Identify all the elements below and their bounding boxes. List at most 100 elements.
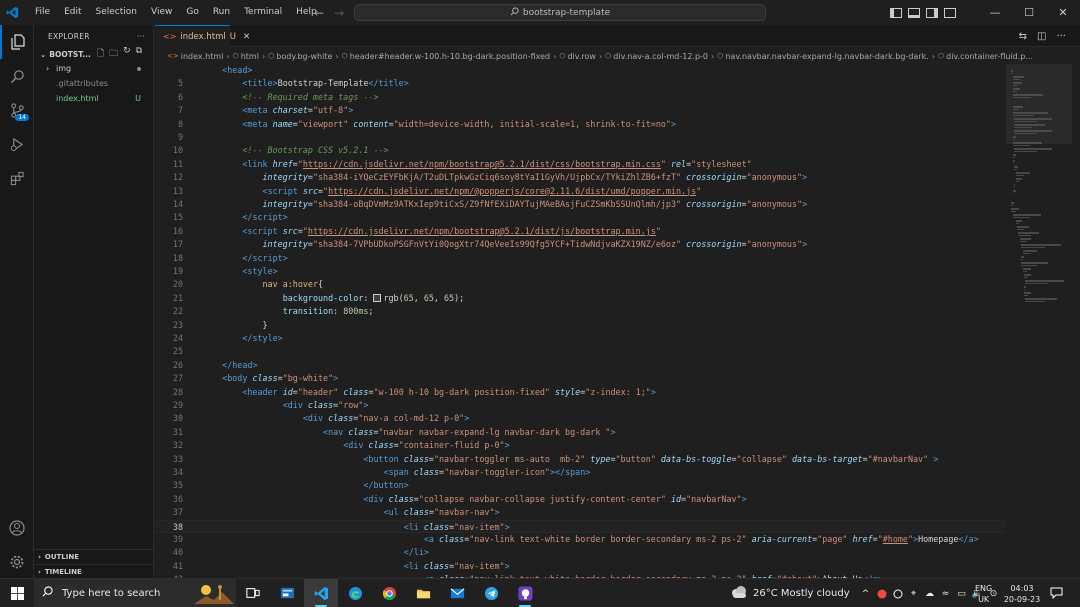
code-line[interactable]: 15 </script>: [155, 211, 1005, 224]
extensions-icon[interactable]: [0, 161, 34, 195]
code-line[interactable]: 19 <style>: [155, 265, 1005, 278]
code-line[interactable]: 8 <meta name="viewport" content="width=d…: [155, 118, 1005, 131]
menu-item-terminal[interactable]: Terminal: [237, 0, 289, 25]
tab-index-html[interactable]: <> index.html U ✕: [155, 25, 250, 47]
menu-item-edit[interactable]: Edit: [57, 0, 88, 25]
forward-arrow-icon[interactable]: →: [334, 6, 344, 20]
code-editor[interactable]: <head> 5 <title>Bootstrap-Template</title…: [155, 64, 1005, 578]
code-line[interactable]: 38 <li class="nav-item">: [155, 519, 1005, 533]
code-line[interactable]: 16 <script src="https://cdn.jsdelivr.net…: [155, 225, 1005, 238]
code-line[interactable]: 20 nav a:hover{: [155, 278, 1005, 291]
new-folder-icon[interactable]: 🗀: [109, 46, 118, 62]
code-line[interactable]: 31 <nav class="navbar navbar-expand-lg n…: [155, 426, 1005, 439]
code-line[interactable]: 28 <header id="header" class="w-100 h-10…: [155, 386, 1005, 399]
menu-item-view[interactable]: View: [144, 0, 179, 25]
code-line[interactable]: 27 <body class="bg-white">: [155, 372, 1005, 385]
language-indicator[interactable]: ENG UK: [975, 583, 992, 605]
taskbar-github-icon[interactable]: [508, 579, 542, 607]
code-line[interactable]: 9: [155, 131, 1005, 144]
code-line[interactable]: 40 </li>: [155, 546, 1005, 559]
breadcrumb-item[interactable]: header#header.w-100.h-10.bg-dark.positio…: [350, 52, 550, 61]
notifications-icon[interactable]: [1050, 587, 1063, 600]
toggle-sidebar-icon[interactable]: [890, 7, 902, 18]
breadcrumb-item[interactable]: body.bg-white: [276, 52, 332, 61]
refresh-icon[interactable]: ↻: [123, 46, 131, 62]
tray-app-icon[interactable]: [876, 588, 887, 599]
workspace-folder-header[interactable]: ⌄ BOOTST... 🗋 🗀 ↻ ⧉: [34, 46, 153, 62]
taskbar-mail-icon[interactable]: [440, 579, 474, 607]
run-debug-icon[interactable]: [0, 127, 34, 161]
code-line[interactable]: 33 <button class="navbar-toggler ms-auto…: [155, 453, 1005, 466]
code-line[interactable]: 13 <script src="https://cdn.jsdelivr.net…: [155, 185, 1005, 198]
code-line[interactable]: 30 <div class="nav-a col-md-12 p-0">: [155, 412, 1005, 425]
minimize-button[interactable]: —: [978, 6, 1012, 19]
code-line[interactable]: 29 <div class="row">: [155, 399, 1005, 412]
menu-item-file[interactable]: File: [28, 0, 57, 25]
explorer-icon[interactable]: [0, 25, 34, 59]
chevron-up-icon[interactable]: ^: [860, 588, 871, 599]
code-line[interactable]: 24 </style>: [155, 332, 1005, 345]
code-line[interactable]: 23 }: [155, 319, 1005, 332]
compare-changes-icon[interactable]: ⇆: [1019, 31, 1027, 42]
taskbar-edge-icon[interactable]: [338, 579, 372, 607]
code-line[interactable]: 41 <li class="nav-item">: [155, 560, 1005, 573]
breadcrumb-item[interactable]: div.nav-a.col-md-12.p-0: [613, 52, 708, 61]
taskbar-file-explorer-icon[interactable]: [406, 579, 440, 607]
tree-item-img[interactable]: › img: [34, 61, 153, 76]
onedrive-icon[interactable]: ☁: [924, 588, 935, 599]
clock[interactable]: 04:03 20-09-23: [1003, 583, 1041, 605]
menu-item-selection[interactable]: Selection: [89, 0, 144, 25]
breadcrumb-item[interactable]: index.html: [181, 52, 224, 61]
accounts-icon[interactable]: [0, 511, 34, 545]
maximize-button[interactable]: ☐: [1012, 6, 1046, 19]
code-line[interactable]: 32 <div class="container-fluid p-0">: [155, 439, 1005, 452]
code-line[interactable]: 37 <ul class="navbar-nav">: [155, 506, 1005, 519]
tree-item-index-html[interactable]: index.html U: [34, 91, 153, 106]
breadcrumb-item[interactable]: nav.navbar.navbar-expand-lg.navbar-dark.…: [725, 52, 928, 61]
toggle-secondary-sidebar-icon[interactable]: [926, 7, 938, 18]
code-line[interactable]: 35 </button>: [155, 479, 1005, 492]
tray-location-icon[interactable]: ⌖: [908, 588, 919, 599]
breadcrumb-item[interactable]: div.container-fluid.p...: [946, 52, 1033, 61]
taskbar-search[interactable]: Type here to search: [34, 578, 236, 607]
timeline-section[interactable]: › TIMELINE: [34, 564, 154, 579]
back-arrow-icon[interactable]: ←: [314, 6, 324, 20]
code-line[interactable]: 22 transition: 800ms;: [155, 305, 1005, 318]
color-swatch[interactable]: [373, 293, 382, 302]
tree-item-gitattributes[interactable]: .gitattributes: [34, 76, 153, 91]
more-actions-icon[interactable]: ···: [137, 32, 145, 41]
code-line[interactable]: 18 </script>: [155, 252, 1005, 265]
new-file-icon[interactable]: 🗋: [97, 46, 104, 62]
code-line[interactable]: 21 background-color: rgb(65, 65, 65);: [155, 292, 1005, 305]
customize-layout-icon[interactable]: [944, 7, 956, 18]
code-line[interactable]: 36 <div class="collapse navbar-collapse …: [155, 493, 1005, 506]
code-line[interactable]: 34 <span class="navbar-toggler-icon"></s…: [155, 466, 1005, 479]
tray-wifi-icon[interactable]: ≈: [940, 588, 951, 599]
code-line[interactable]: 11 <link href="https://cdn.jsdelivr.net/…: [155, 158, 1005, 171]
outline-section[interactable]: › OUTLINE: [34, 549, 154, 564]
close-button[interactable]: ✕: [1046, 6, 1080, 19]
code-line[interactable]: 25: [155, 345, 1005, 358]
minimap[interactable]: [1006, 64, 1072, 578]
code-line[interactable]: 14 integrity="sha384-oBqDVmMz9ATKxIep9ti…: [155, 198, 1005, 211]
breadcrumb-item[interactable]: html: [241, 52, 259, 61]
collapse-all-icon[interactable]: ⧉: [136, 46, 142, 62]
code-line[interactable]: 10 <!-- Bootstrap CSS v5.2.1 -->: [155, 144, 1005, 157]
more-actions-icon[interactable]: ···: [1056, 31, 1066, 42]
manage-gear-icon[interactable]: [0, 545, 34, 579]
taskbar-chrome-icon[interactable]: [372, 579, 406, 607]
toggle-panel-icon[interactable]: [908, 7, 920, 18]
code-line[interactable]: 17 integrity="sha384-7VPbUDkoPSGFnVtYi0Q…: [155, 238, 1005, 251]
breadcrumb-item[interactable]: div.row: [567, 52, 596, 61]
taskbar-app-icon[interactable]: [270, 579, 304, 607]
code-line[interactable]: 26 </head>: [155, 359, 1005, 372]
start-button[interactable]: [0, 579, 34, 607]
code-line[interactable]: 5 <title>Bootstrap-Template</title>: [155, 77, 1005, 90]
source-control-icon[interactable]: 14: [0, 93, 34, 127]
weather-widget[interactable]: 26°C Mostly cloudy: [730, 579, 850, 607]
task-view-icon[interactable]: [236, 579, 270, 607]
code-line[interactable]: 7 <meta charset="utf-8">: [155, 104, 1005, 117]
close-tab-icon[interactable]: ✕: [243, 32, 250, 42]
taskbar-telegram-icon[interactable]: [474, 579, 508, 607]
code-line[interactable]: 12 integrity="sha384-iYQeCzEYFbKjA/T2uDL…: [155, 171, 1005, 184]
